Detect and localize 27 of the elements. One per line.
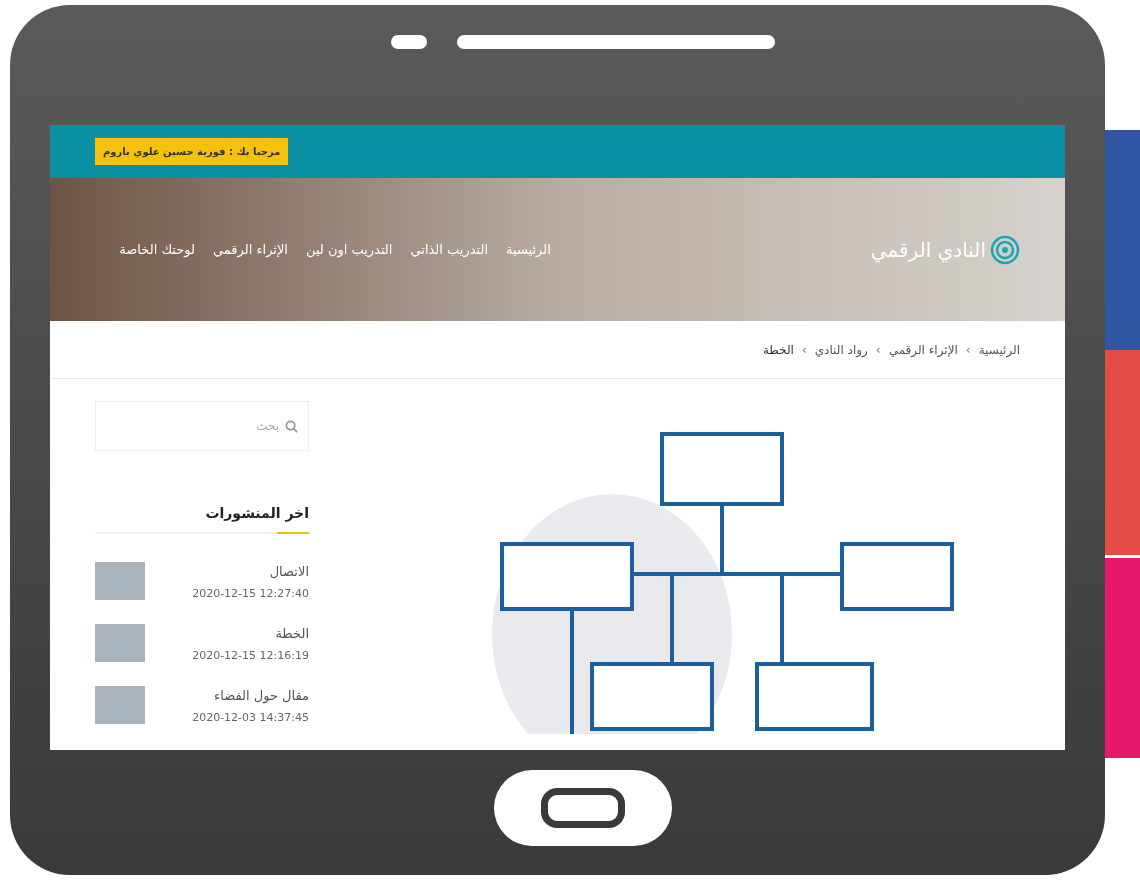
post-title[interactable]: الاتصال — [192, 562, 309, 582]
search-input[interactable]: بحث — [106, 417, 279, 435]
welcome-badge: مرحبا بك : فوزية حسين علوي باروم — [95, 138, 289, 165]
nav-link[interactable]: التدريب اون لين — [306, 239, 393, 260]
breadcrumb-separator: › — [875, 341, 881, 359]
breadcrumb-separator: › — [801, 341, 807, 359]
post-date: 12:27:40 2020-12-15 — [192, 585, 309, 602]
post-thumbnail-placeholder — [95, 624, 145, 662]
logo-icon — [990, 234, 1020, 265]
post-title[interactable]: مقال حول الفضاء — [192, 686, 309, 706]
post-thumbnail-placeholder — [95, 686, 145, 724]
post-title[interactable]: الخطة — [192, 624, 309, 644]
search-icon — [285, 419, 298, 433]
nav-link[interactable]: لوحتك الخاصة — [119, 239, 195, 260]
breadcrumb-link[interactable]: الرئيسية — [978, 340, 1020, 359]
breadcrumb-link[interactable]: رواد النادي — [814, 340, 868, 359]
home-button-icon — [540, 788, 625, 828]
post-thumbnail-placeholder — [95, 562, 145, 600]
breadcrumb-separator: › — [965, 341, 971, 359]
nav-link[interactable]: الإثراء الرقمي — [213, 239, 288, 260]
breadcrumb-current: الخطة — [762, 341, 794, 359]
search-field[interactable]: بحث — [95, 401, 309, 451]
post-date: 12:16:19 2020-12-15 — [192, 647, 309, 664]
logo-text: النادي الرقمي — [870, 236, 986, 265]
sidebar-title: اخر المنشورات — [205, 504, 309, 524]
breadcrumb-link[interactable]: الإثراء الرقمي — [888, 340, 958, 359]
post-date: 14:37:45 2020-12-03 — [192, 709, 309, 726]
